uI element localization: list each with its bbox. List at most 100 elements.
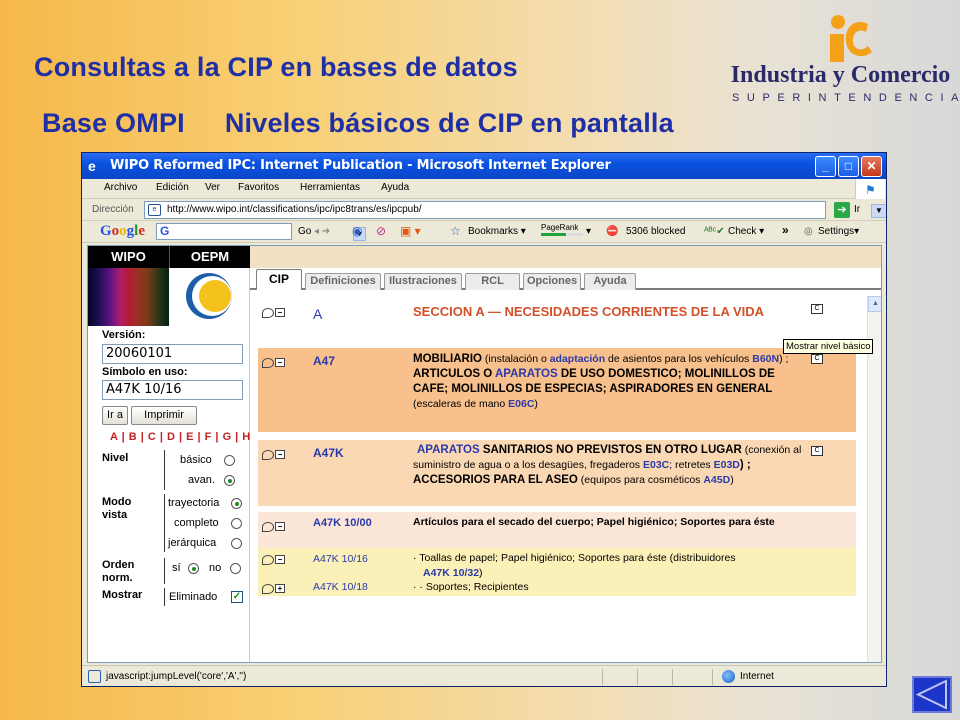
check-button[interactable]: Check ▾ <box>728 226 764 237</box>
link-aparatos[interactable]: APARATOS <box>495 368 558 380</box>
menu-ver[interactable]: Ver <box>205 182 220 193</box>
nivel-advanced-radio[interactable] <box>224 475 235 486</box>
google-logo[interactable]: Google <box>100 223 145 240</box>
pagerank-meter[interactable]: PageRank <box>541 223 583 236</box>
text-part: ; retretes <box>669 459 714 471</box>
menu-ayuda[interactable]: Ayuda <box>381 182 409 193</box>
address-input[interactable]: e http://www.wipo.int/classifications/ip… <box>144 201 886 219</box>
wipo-link[interactable]: WIPO <box>88 246 169 268</box>
maximize-button[interactable]: □ <box>838 156 859 177</box>
status-text: javascript:jumpLevel('core','A','') <box>106 671 247 682</box>
ipc-entries: − A SECCION A — NECESIDADES CORRIENTES D… <box>258 298 864 658</box>
modo-trayectoria-radio[interactable] <box>231 498 242 509</box>
ipc-entry-section: − A SECCION A — NECESIDADES CORRIENTES D… <box>258 298 856 340</box>
tab-opciones[interactable]: Opciones <box>523 273 581 290</box>
back-nav-button[interactable] <box>912 676 952 713</box>
nivel-basic-radio[interactable] <box>224 455 235 466</box>
google-go-button[interactable]: Go <box>298 226 311 237</box>
chevron-down-icon[interactable]: ▼ <box>871 204 886 218</box>
collapse-icon[interactable]: − <box>275 522 285 532</box>
tab-rcl[interactable]: RCL <box>465 273 520 290</box>
entry-code[interactable]: A47 <box>313 354 335 368</box>
link-aparatos[interactable]: APARATOS <box>417 444 480 456</box>
entry-code[interactable]: A47K <box>313 446 344 460</box>
modo-jerarquica-radio[interactable] <box>231 538 242 549</box>
collapse-icon[interactable]: − <box>275 358 285 368</box>
menu-favoritos[interactable]: Favoritos <box>238 182 279 193</box>
divider <box>164 558 165 584</box>
expand-icon[interactable]: + <box>275 584 285 594</box>
ipc-entry-subgroup: − A47K 10/16 · Toallas de papel; Papel h… <box>258 548 856 579</box>
menu-edicion[interactable]: Edición <box>156 182 189 193</box>
popup-blocker-icon: ⛔ <box>606 226 619 237</box>
settings-icon: ◎ <box>804 226 813 237</box>
close-button[interactable]: ✕ <box>861 156 882 177</box>
left-panel: WIPO OEPM Versión: 20060101 Símbolo en u… <box>88 246 251 662</box>
blocked-count[interactable]: 5306 blocked <box>626 226 686 237</box>
google-search-input[interactable]: G ▼ <box>156 223 366 241</box>
more-chevron[interactable]: » <box>782 223 789 237</box>
link-e06c[interactable]: E06C <box>508 398 534 410</box>
chevron-down-icon[interactable]: ▾ <box>586 226 591 237</box>
go-to-button[interactable]: Ir a <box>102 406 128 425</box>
version-label: Versión: <box>102 329 146 341</box>
window-titlebar[interactable]: e WIPO Reformed IPC: Internet Publicatio… <box>82 153 886 179</box>
spell-icon[interactable]: ⊘ <box>376 224 386 238</box>
entry-icons: − <box>262 354 285 372</box>
popup-icon[interactable]: ▣ ▾ <box>400 224 421 238</box>
menu-archivo[interactable]: Archivo <box>104 182 137 193</box>
settings-button[interactable]: Settings▾ <box>818 226 859 237</box>
entry-icons: − <box>262 551 285 569</box>
entry-code[interactable]: A <box>313 306 322 322</box>
star-icon[interactable]: ☆ <box>450 224 461 238</box>
magnifier-icon[interactable] <box>262 357 274 368</box>
entry-icons: + <box>262 580 285 598</box>
section-letters[interactable]: A | B | C | D | E | F | G | H <box>110 431 251 443</box>
magnifier-icon[interactable] <box>262 307 274 318</box>
tab-cip[interactable]: CIP <box>256 269 302 290</box>
version-input[interactable]: 20060101 <box>102 344 243 364</box>
entry-code[interactable]: A47K 10/16 <box>313 553 368 565</box>
print-button[interactable]: Imprimir <box>131 406 197 425</box>
collapse-icon[interactable]: − <box>275 308 285 318</box>
slide-subtitle: Base OMPI Niveles básicos de CIP en panta… <box>42 108 674 139</box>
magnifier-icon[interactable] <box>262 449 274 460</box>
tab-ilustraciones[interactable]: Ilustraciones <box>384 273 462 290</box>
magnifier-icon[interactable] <box>262 554 274 565</box>
orden-no-radio[interactable] <box>230 563 241 574</box>
show-basic-level-icon[interactable]: C <box>811 354 823 364</box>
collapse-icon[interactable]: − <box>275 450 285 460</box>
bookmarks-button[interactable]: Bookmarks ▾ <box>468 226 526 237</box>
mostrar-eliminado-label: Eliminado <box>169 591 218 603</box>
menu-herramientas[interactable]: Herramientas <box>300 182 360 193</box>
minimize-button[interactable]: _ <box>815 156 836 177</box>
tab-ayuda[interactable]: Ayuda <box>584 273 636 290</box>
modo-completo-radio[interactable] <box>231 518 242 529</box>
link-b60n[interactable]: B60N <box>752 353 779 365</box>
link-e03d[interactable]: E03D <box>714 459 740 471</box>
show-basic-level-icon[interactable]: C <box>811 446 823 456</box>
magnifier-icon[interactable] <box>262 521 274 532</box>
text-part: DE USO DOMESTICO <box>557 368 678 380</box>
orden-yes-radio[interactable] <box>188 563 199 574</box>
oepm-link[interactable]: OEPM <box>169 246 250 268</box>
subtitle-base: Base OMPI <box>42 108 185 138</box>
scroll-up-icon[interactable]: ▲ <box>868 296 881 312</box>
entry-title: SECCION A — NECESIDADES CORRIENTES DE LA… <box>413 304 765 319</box>
tooltip: Mostrar nivel básico <box>783 339 874 354</box>
link-adaptacion[interactable]: adaptación <box>550 353 605 365</box>
go-button[interactable]: Ir <box>854 204 860 215</box>
link-a45d[interactable]: A45D <box>703 474 730 486</box>
link-e03c[interactable]: E03C <box>643 459 669 471</box>
symbol-input[interactable]: A47K 10/16 <box>102 380 243 400</box>
go-arrow-icon[interactable]: ➔ <box>834 202 850 218</box>
divider <box>164 494 165 552</box>
entry-code[interactable]: A47K 10/18 <box>313 581 368 593</box>
show-basic-level-icon[interactable]: C <box>811 304 823 314</box>
entry-code[interactable]: A47K 10/00 <box>313 517 372 529</box>
tab-definiciones[interactable]: Definiciones <box>305 273 381 290</box>
news-icon[interactable]: ◉ <box>352 224 362 238</box>
mostrar-eliminado-checkbox[interactable]: ✓ <box>231 591 243 603</box>
collapse-icon[interactable]: − <box>275 555 285 565</box>
magnifier-icon[interactable] <box>262 583 274 594</box>
